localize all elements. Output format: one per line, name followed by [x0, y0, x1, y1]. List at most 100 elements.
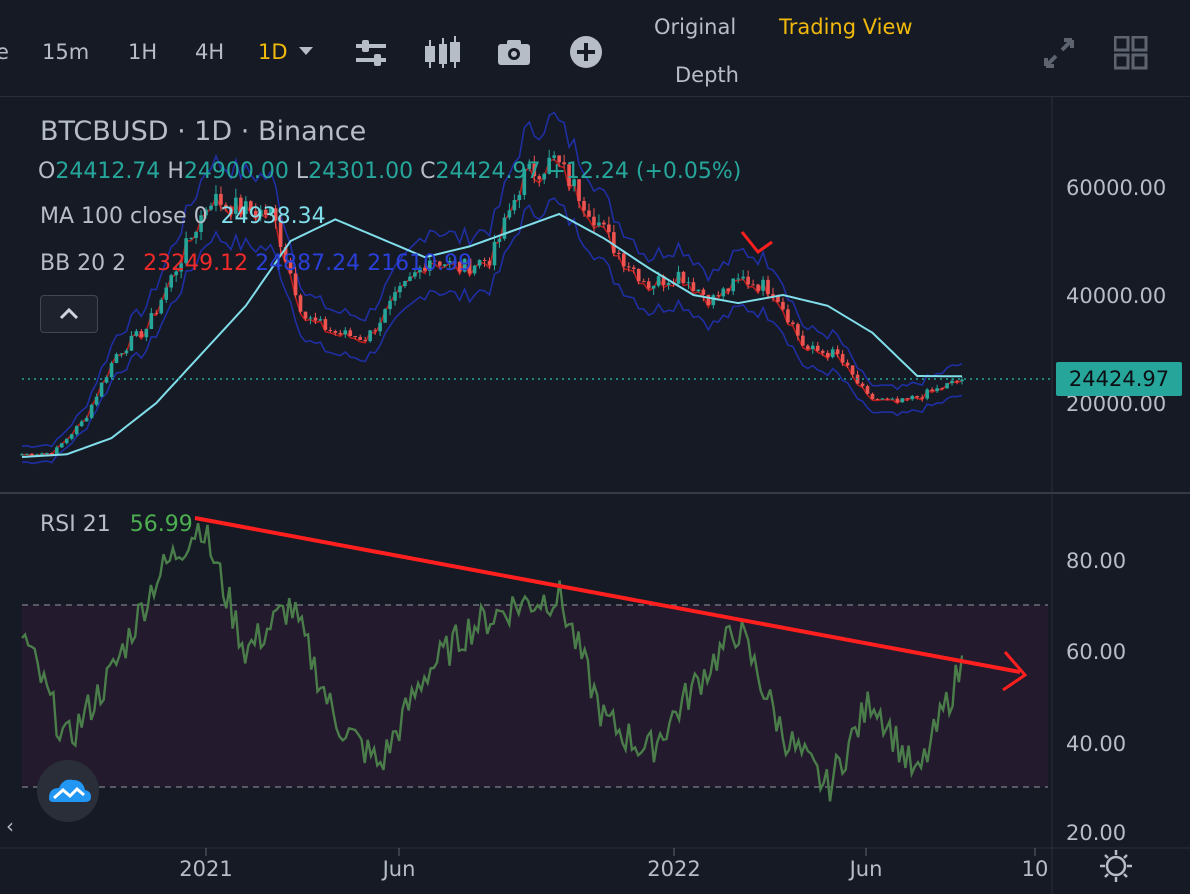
candle-body: [641, 281, 646, 283]
candle-body: [870, 393, 875, 400]
candle-body: [597, 222, 601, 226]
candle-body: [303, 311, 308, 319]
candle-body: [746, 276, 750, 285]
rsi-tick-40: 40.00: [1066, 732, 1126, 756]
candle-body: [761, 279, 765, 291]
candle-body: [74, 426, 79, 435]
candle-body: [910, 395, 915, 400]
candle-body: [696, 289, 701, 292]
candle-body: [801, 335, 805, 346]
candle-body: [925, 389, 929, 399]
rsi-tick-80: 80.00: [1066, 549, 1126, 573]
candle-body: [348, 330, 353, 336]
candle-body: [64, 438, 69, 444]
candle-body: [333, 331, 338, 333]
candle-body: [338, 332, 343, 335]
cloud-logo-icon: [49, 779, 91, 802]
candle-body: [781, 301, 785, 310]
candle-body: [388, 300, 392, 310]
high-label: H: [167, 159, 184, 184]
candle-body: [691, 282, 696, 292]
candle-body: [69, 434, 74, 439]
candle-body: [512, 200, 517, 211]
candle-body: [646, 281, 651, 289]
candle-body: [507, 210, 512, 218]
candle-body: [45, 452, 49, 454]
candle-body: [865, 386, 870, 394]
candle-body: [328, 329, 333, 332]
candle-body: [323, 319, 328, 330]
candle-body: [124, 350, 129, 354]
candle-body: [313, 317, 318, 321]
candle-body: [129, 335, 134, 351]
candle-body: [820, 350, 825, 353]
candle-body: [890, 398, 895, 400]
candle-body: [119, 353, 124, 355]
candle-body: [497, 238, 502, 242]
candle-body: [602, 222, 606, 225]
collapse-legend-button[interactable]: [40, 295, 98, 333]
candle-body: [786, 309, 790, 323]
candle-body: [383, 309, 387, 323]
candle-body: [617, 252, 621, 254]
rsi-label: RSI 21: [40, 512, 111, 537]
candle-body: [960, 379, 964, 382]
scroll-left-icon[interactable]: ‹: [6, 814, 14, 838]
candle-body: [626, 266, 631, 268]
candle-body: [721, 288, 726, 297]
rsi-tick-20: 20.00: [1066, 821, 1126, 845]
candle-body: [806, 345, 810, 349]
candle-body: [403, 280, 407, 287]
ma-value: 24938.34: [220, 204, 326, 229]
rsi-legend[interactable]: RSI 21 56.99: [40, 512, 193, 537]
candle-body: [825, 352, 830, 358]
close-value: 24424.97: [435, 159, 541, 184]
ma-label: MA 100 close 0: [40, 204, 208, 229]
candle-body: [796, 324, 800, 336]
candle-body: [905, 398, 910, 400]
candle-body: [636, 268, 641, 282]
low-label: L: [295, 159, 309, 184]
candle-body: [631, 267, 636, 269]
candle-body: [676, 271, 681, 284]
candle-body: [666, 282, 671, 285]
candle-body: [592, 216, 596, 226]
candle-body: [89, 404, 94, 418]
high-value: 24900.00: [183, 159, 289, 184]
chevron-up-icon: [59, 307, 79, 320]
chart-symbol-title: BTCBUSD · 1D · Binance: [40, 116, 367, 147]
candle-body: [955, 380, 959, 382]
time-tick-2022: 2022: [647, 857, 700, 881]
candle-body: [25, 453, 29, 455]
bb-mid-value: 24887.24: [255, 251, 361, 276]
candle-body: [84, 417, 89, 422]
candle-body: [830, 349, 835, 358]
bb-lower-value: 21610.99: [367, 251, 473, 276]
ma-legend[interactable]: MA 100 close 0 24938.34: [40, 204, 326, 229]
candle-body: [189, 237, 193, 239]
candle-body: [134, 331, 139, 336]
time-tick-jun-2021: Jun: [381, 857, 416, 881]
candle-body: [880, 398, 885, 400]
candle-body: [895, 398, 900, 403]
candle-body: [149, 313, 154, 329]
bb-legend[interactable]: BB 20 2 23249.12 24887.24 21610.99: [40, 251, 472, 276]
candle-body: [587, 210, 591, 217]
candle-body: [40, 453, 44, 455]
candle-body: [815, 345, 820, 351]
candle-body: [293, 273, 298, 296]
candle-body: [408, 276, 412, 281]
candle-body: [99, 382, 104, 397]
candle-body: [114, 354, 119, 364]
candle-body: [706, 294, 711, 306]
candle-body: [621, 253, 626, 267]
candle-body: [930, 389, 934, 392]
bb-upper-value: 23249.12: [143, 251, 249, 276]
candle-body: [681, 271, 686, 284]
candle-body: [343, 330, 348, 335]
candle-body: [711, 295, 716, 306]
rsi-zone: [22, 604, 1048, 788]
tradingview-logo[interactable]: [37, 760, 99, 822]
candle-body: [612, 232, 616, 253]
candle-body: [109, 363, 114, 378]
